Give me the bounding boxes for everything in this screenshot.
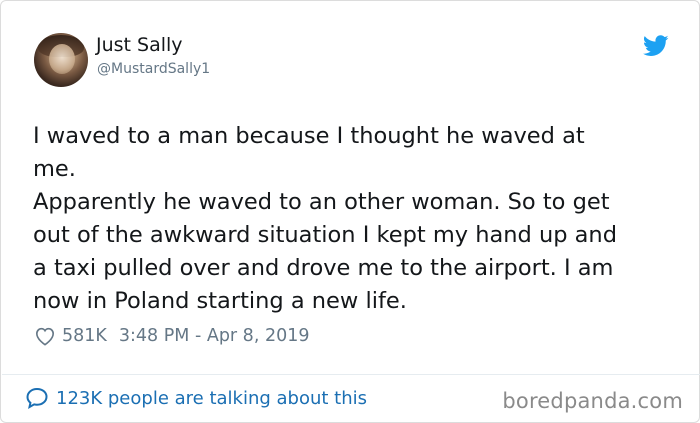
like-count[interactable]: 581K: [62, 326, 107, 346]
divider: [2, 374, 700, 375]
watermark: boredpanda.com: [502, 389, 683, 413]
tweet-card: Just Sally @MustardSally1 I waved to a m…: [0, 0, 700, 423]
tweet-line: now in Poland starting a new life.: [33, 288, 407, 314]
talking-link[interactable]: 123K people are talking about this: [25, 386, 367, 410]
avatar-face: [49, 44, 75, 74]
timestamp[interactable]: 3:48 PM - Apr 8, 2019: [119, 326, 310, 346]
display-name[interactable]: Just Sally: [96, 33, 183, 57]
heart-outline-icon[interactable]: [34, 326, 56, 346]
avatar[interactable]: [34, 33, 88, 87]
speech-bubble-icon: [26, 387, 48, 409]
tweet-meta: 581K 3:48 PM - Apr 8, 2019: [34, 323, 309, 349]
tweet-line: me.: [33, 156, 76, 182]
user-handle[interactable]: @MustardSally1: [97, 60, 210, 78]
tweet-line: Apparently he waved to an other woman. S…: [33, 189, 610, 215]
tweet-line: I waved to a man because I thought he wa…: [33, 123, 585, 149]
tweet-text: I waved to a man because I thought he wa…: [33, 120, 673, 318]
tweet-line: a taxi pulled over and drove me to the a…: [33, 255, 614, 281]
twitter-bird-icon[interactable]: [643, 35, 669, 57]
talking-label: 123K people are talking about this: [56, 387, 368, 409]
tweet-line: out of the awkward situation I kept my h…: [33, 222, 617, 248]
